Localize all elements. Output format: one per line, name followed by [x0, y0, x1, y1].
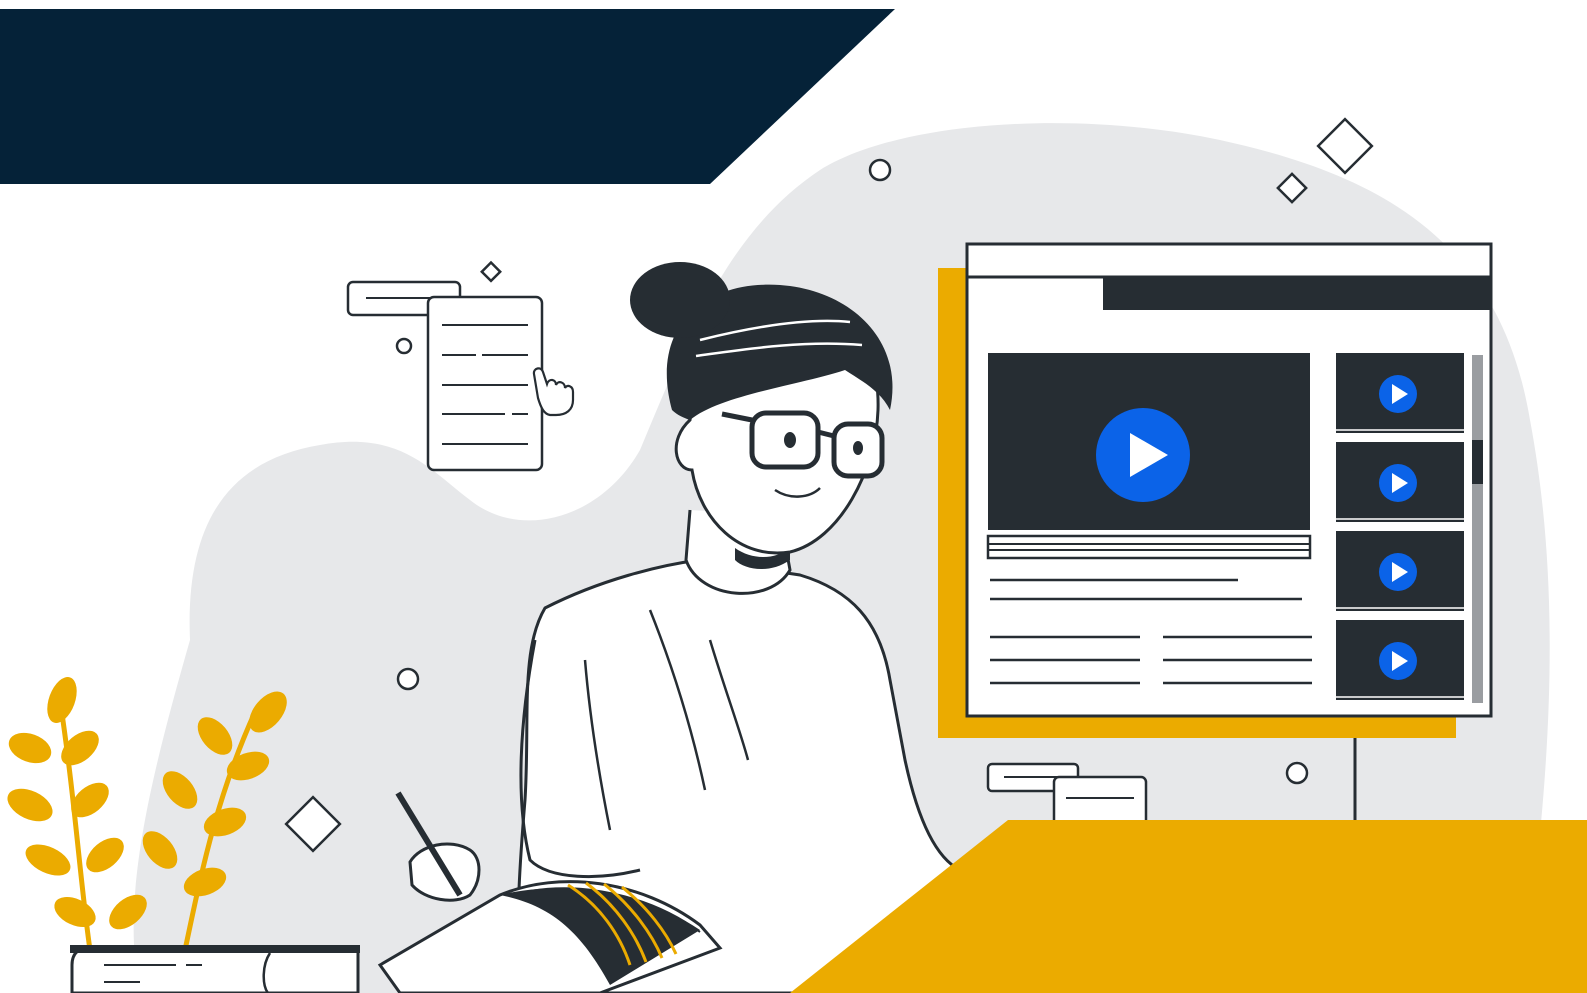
footer-banner — [790, 820, 1587, 993]
play-button-icon — [1096, 408, 1190, 502]
scrollbar-track — [1472, 355, 1483, 703]
floating-document-cards — [346, 280, 544, 472]
circle-outline-icon — [396, 667, 420, 691]
playlist-thumbnail — [1336, 620, 1464, 700]
playlist-thumbnail — [1336, 531, 1464, 611]
circle-outline-icon — [1285, 761, 1309, 785]
closed-book — [70, 945, 360, 993]
playlist-thumbnail — [1336, 442, 1464, 522]
scrollbar-thumb — [1472, 440, 1483, 484]
circle-outline-icon — [395, 337, 413, 355]
browser-title-bar — [1103, 277, 1491, 310]
diamond-outline-icon — [480, 260, 502, 283]
circle-outline-icon — [868, 158, 892, 182]
playlist-thumbnail — [1336, 353, 1464, 433]
diamond-outline-icon — [1316, 117, 1374, 175]
